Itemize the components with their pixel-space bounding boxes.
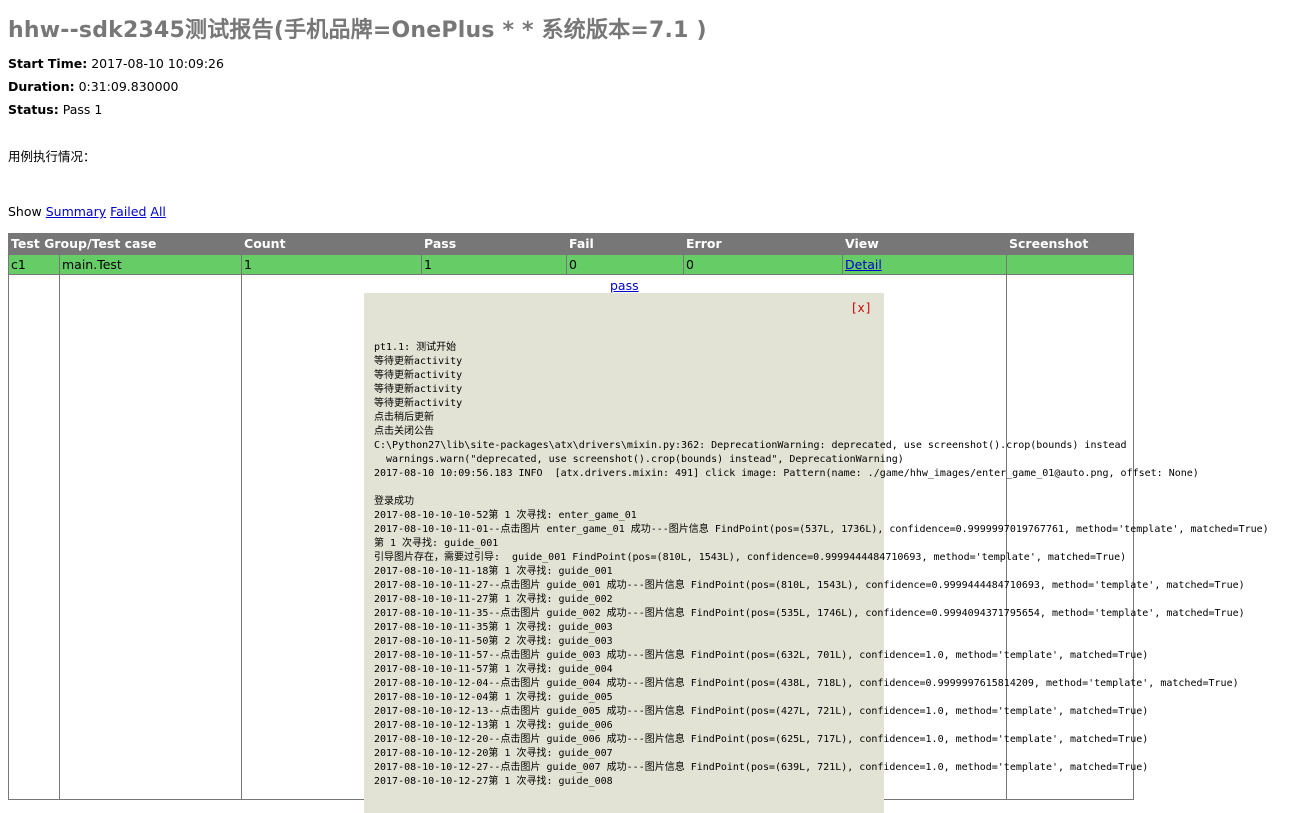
cell-pass: 1 [421, 254, 568, 275]
log-line: 2017-08-10-10-11-27--点击图片 guide_001 成功--… [374, 580, 1245, 591]
header-error: Error [683, 233, 844, 255]
log-line: 2017-08-10-10-11-35--点击图片 guide_002 成功--… [374, 608, 1245, 619]
duration-line: Duration: 0:31:09.830000 [8, 79, 179, 94]
log-line: 等待更新activity [374, 398, 463, 409]
header-view: View [842, 233, 1008, 255]
log-line: 2017-08-10-10-11-57--点击图片 guide_003 成功--… [374, 650, 1149, 661]
log-line: 引导图片存在，需要过引导: guide_001 FindPoint(pos=(8… [374, 552, 1127, 563]
status-label: Status: [8, 102, 59, 117]
header-fail: Fail [566, 233, 685, 255]
pass-link[interactable]: pass [610, 278, 639, 293]
duration-value: 0:31:09.830000 [78, 79, 179, 94]
log-line: 2017-08-10-10-12-04第 1 次寻找: guide_005 [374, 692, 613, 703]
log-line: 登录成功 [374, 496, 414, 507]
header-screenshot: Screenshot [1006, 233, 1135, 255]
log-line: 2017-08-10-10-12-20--点击图片 guide_006 成功--… [374, 734, 1149, 745]
log-line: 2017-08-10-10-11-18第 1 次寻找: guide_001 [374, 566, 613, 577]
log-output: pt1.1: 测试开始 等待更新activity 等待更新activity 等待… [374, 341, 1269, 789]
log-line: 第 1 次寻找: guide_001 [374, 538, 499, 549]
log-line: 2017-08-10-10-12-27第 1 次寻找: guide_008 [374, 776, 613, 787]
close-button[interactable]: [x] [850, 301, 872, 315]
log-line: 等待更新activity [374, 384, 463, 395]
log-line: 2017-08-10-10-11-27第 1 次寻找: guide_002 [374, 594, 613, 605]
log-line: 2017-08-10-10-11-01--点击图片 enter_game_01 … [374, 524, 1269, 535]
log-line: 2017-08-10-10-11-35第 1 次寻找: guide_003 [374, 622, 613, 633]
start-time-line: Start Time: 2017-08-10 10:09:26 [8, 56, 224, 71]
log-line: 2017-08-10-10-10-52第 1 次寻找: enter_game_0… [374, 510, 637, 521]
header-pass: Pass [421, 233, 568, 255]
usage-heading: 用例执行情况： [8, 149, 96, 164]
log-line: 2017-08-10-10-11-50第 2 次寻找: guide_003 [374, 636, 613, 647]
failed-link[interactable]: Failed [110, 204, 146, 219]
log-line: 等待更新activity [374, 356, 463, 367]
status-line: Status: Pass 1 [8, 102, 102, 117]
table-row: c1 main.Test 1 1 0 0 Detail [8, 254, 1135, 275]
summary-link[interactable]: Summary [46, 204, 106, 219]
start-time-label: Start Time: [8, 56, 88, 71]
duration-label: Duration: [8, 79, 75, 94]
cell-error: 0 [683, 254, 844, 275]
status-value: Pass 1 [62, 102, 103, 117]
log-line: 2017-08-10-10-12-27--点击图片 guide_007 成功--… [374, 762, 1149, 773]
log-line: 2017-08-10-10-11-57第 1 次寻找: guide_004 [374, 664, 613, 675]
log-line: 等待更新activity [374, 370, 463, 381]
log-line: 2017-08-10-10-12-20第 1 次寻找: guide_007 [374, 748, 613, 759]
log-popup: [x] pt1.1: 测试开始 等待更新activity 等待更新activit… [364, 293, 1269, 813]
log-line: 2017-08-10-10-12-04--点击图片 guide_004 成功--… [374, 678, 1239, 689]
log-line: warnings.warn("deprecated, use screensho… [374, 454, 904, 465]
cell-count: 1 [241, 254, 423, 275]
start-time-value: 2017-08-10 10:09:26 [91, 56, 224, 71]
cell-view: Detail [842, 254, 1008, 275]
cell-fail: 0 [566, 254, 685, 275]
header-test-group: Test Group/Test case [7, 233, 243, 255]
cell-screenshot [1006, 254, 1135, 275]
all-link[interactable]: All [150, 204, 166, 219]
detail-link[interactable]: Detail [845, 257, 882, 272]
cell-group: c1 [8, 254, 60, 275]
filter-bar: Show Summary Failed All [8, 204, 166, 219]
log-line: 2017-08-10-10-12-13第 1 次寻找: guide_006 [374, 720, 613, 731]
table-header-row: Test Group/Test case Count Pass Fail Err… [7, 233, 1135, 255]
show-label: Show [8, 204, 42, 219]
log-line: C:\Python27\lib\site-packages\atx\driver… [374, 440, 1127, 451]
cell-case: main.Test [58, 254, 243, 275]
log-line: pt1.1: 测试开始 [374, 342, 457, 353]
detail-cell-group [8, 274, 60, 800]
log-line: 2017-08-10 10:09:56.183 INFO [atx.driver… [374, 468, 1199, 479]
report-title: hhw--sdk2345测试报告(手机品牌=OnePlus * * 系统版本=7… [8, 18, 707, 43]
log-line: 点击稍后更新 [374, 412, 434, 423]
detail-cell-case [58, 274, 243, 800]
log-line: 点击关闭公告 [374, 426, 434, 437]
header-count: Count [241, 233, 423, 255]
log-line: 2017-08-10-10-12-13--点击图片 guide_005 成功--… [374, 706, 1149, 717]
